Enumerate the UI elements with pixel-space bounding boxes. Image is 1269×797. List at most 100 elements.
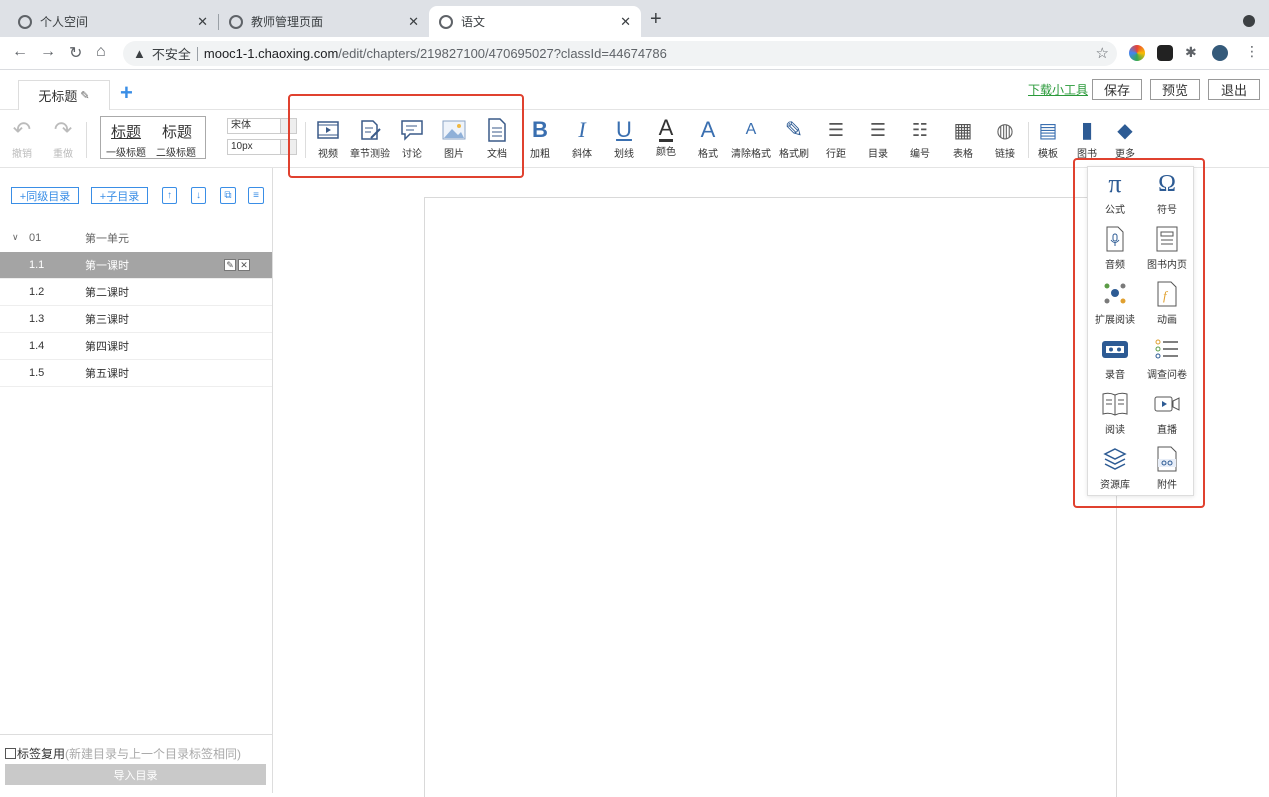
edit-icon[interactable]: ✎ [224,259,236,271]
add-sibling-button[interactable]: +同级目录 [11,187,79,204]
import-catalog-button[interactable]: 导入目录 [5,764,266,785]
list-label: 目录 [868,149,888,160]
document-tab[interactable]: 无标题 ✎ [18,80,110,110]
tag-reuse-checkbox[interactable] [5,748,16,759]
lesson-title: 第一课时 [85,260,129,272]
profile-avatar[interactable] [1212,45,1228,61]
list-icon: ☰ [869,119,887,140]
tag-reuse-option[interactable]: 标签复用 (新建目录与上一个目录标签相同) [5,745,241,762]
bold-icon: B [532,117,548,142]
unit-row[interactable]: ∨ 01 第一单元 [0,224,272,251]
home-icon[interactable]: ⌂ [96,43,106,61]
lesson-row[interactable]: 1.2 第二课时 [0,279,272,306]
exit-button[interactable]: 退出 [1208,79,1260,100]
numbering-label: 编号 [910,149,930,160]
heading1-button[interactable]: 标题 [111,121,141,142]
forward-icon[interactable]: → [40,43,56,61]
font-size-select[interactable]: 10px [227,139,297,155]
reload-icon[interactable]: ↻ [69,43,82,63]
tab-title: 语文 [461,15,486,29]
download-tool-link[interactable]: 下载小工具 [1028,81,1088,98]
document-title: 无标题 [38,89,78,104]
browser-tab-chinese[interactable]: 语文 ✕ [429,6,641,37]
save-button[interactable]: 保存 [1092,79,1142,100]
lesson-row[interactable]: 1.3 第三课时 [0,306,272,333]
edit-pencil-icon[interactable]: ✎ [80,89,89,102]
link-label: 链接 [995,149,1015,160]
lesson-number: 1.2 [29,286,45,298]
list-button[interactable]: ☰ 目录 [856,116,900,161]
url-bar[interactable]: ▲ 不安全 mooc1-1.chaoxing.com /edit/chapter… [123,41,1117,66]
lesson-number: 1.4 [29,340,45,352]
heading1-label: 一级标题 [106,148,146,159]
chevron-down-icon[interactable]: ∨ [12,232,19,243]
lesson-number: 1.5 [29,367,45,379]
lesson-row[interactable]: 1.4 第四课时 [0,333,272,360]
more-button[interactable]: ◆ 更多 [1103,116,1147,161]
color-extension-icon[interactable] [1129,45,1145,61]
close-icon[interactable]: ✕ [197,14,208,30]
puzzle-icon[interactable]: ✱ [1185,44,1197,61]
lesson-row-selected[interactable]: 1.1 第一课时 ✎ ✕ [0,252,272,279]
new-tab-button[interactable]: + [650,8,662,31]
link-button[interactable]: ◍ 链接 [983,116,1027,161]
font-color-label: 颜色 [656,147,676,158]
url-divider [196,46,198,61]
browser-tab-strip: 个人空间 ✕ 教师管理页面 ✕ 语文 ✕ + [0,0,1269,37]
lesson-row[interactable]: 1.5 第五课时 [0,360,272,387]
format-button[interactable]: A 格式 [686,116,730,160]
undo-button[interactable]: ↶ 撤销 [0,116,44,160]
close-icon[interactable]: ✕ [620,14,631,30]
undo-label: 撤销 [12,149,32,160]
bold-label: 加粗 [530,149,550,160]
font-family-select[interactable]: 宋体 [227,118,297,134]
reorder-icon[interactable]: ≡ [248,187,264,204]
browser-tab-teacher-admin[interactable]: 教师管理页面 ✕ [219,6,429,37]
more-icon: ◆ [1117,119,1133,142]
redo-button[interactable]: ↷ 重做 [41,116,85,160]
italic-button[interactable]: I 斜体 [560,116,604,160]
preview-button[interactable]: 预览 [1150,79,1200,100]
heading-selector: 标题 标题 一级标题 二级标题 [100,116,206,159]
underline-button[interactable]: U 划线 [602,116,646,160]
template-button[interactable]: ▤ 模板 [1026,116,1070,161]
move-down-icon[interactable]: ↓ [191,187,206,204]
address-bar-row: ← → ↻ ⌂ ▲ 不安全 mooc1-1.chaoxing.com /edit… [0,37,1269,70]
delete-icon[interactable]: ✕ [238,259,250,271]
lesson-title: 第二课时 [85,287,129,299]
italic-icon: I [578,117,586,142]
tab-search-icon[interactable] [1243,15,1255,27]
lesson-title: 第三课时 [85,314,129,326]
copy-icon[interactable]: ⧉ [220,187,236,204]
heading2-button[interactable]: 标题 [162,121,192,142]
menu-kebab-icon[interactable]: ⋮ [1245,43,1259,60]
clear-format-button[interactable]: A 清除格式 [729,116,773,160]
bookmark-star-icon[interactable]: ☆ [1096,44,1109,62]
close-icon[interactable]: ✕ [408,14,419,30]
font-color-button[interactable]: A 颜色 [644,115,688,159]
add-document-button[interactable]: + [120,80,133,106]
browser-tab-personal-space[interactable]: 个人空间 ✕ [8,6,218,37]
line-height-button[interactable]: ☰ 行距 [814,116,858,161]
unit-title: 第一单元 [85,232,129,245]
italic-label: 斜体 [572,149,592,160]
numbering-button[interactable]: ☷ 编号 [898,116,942,161]
insert-tools-highlight [288,94,524,178]
move-up-icon[interactable]: ↑ [162,187,177,204]
table-button[interactable]: ▦ 表格 [941,116,985,161]
bold-button[interactable]: B 加粗 [518,116,562,160]
sidebar-footer: 标签复用 (新建目录与上一个目录标签相同) 导入目录 [0,734,272,793]
format-painter-button[interactable]: ✎ 格式刷 [772,116,816,160]
chapter-sidebar: +同级目录 +子目录 ↑ ↓ ⧉ ≡ ∨ 01 第一单元 1.1 第一课时 ✎ … [0,168,273,793]
line-height-icon: ☰ [827,119,845,140]
extension-icon[interactable] [1157,45,1173,61]
more-panel-highlight [1073,158,1205,508]
tag-reuse-label: 标签复用 [17,747,66,761]
warning-icon: ▲ [133,46,146,61]
toolbar-divider [86,122,87,158]
back-icon[interactable]: ← [12,43,28,61]
editable-page[interactable] [424,197,1117,797]
tab-title: 个人空间 [40,15,89,29]
template-icon: ▤ [1038,119,1058,142]
add-child-button[interactable]: +子目录 [91,187,148,204]
